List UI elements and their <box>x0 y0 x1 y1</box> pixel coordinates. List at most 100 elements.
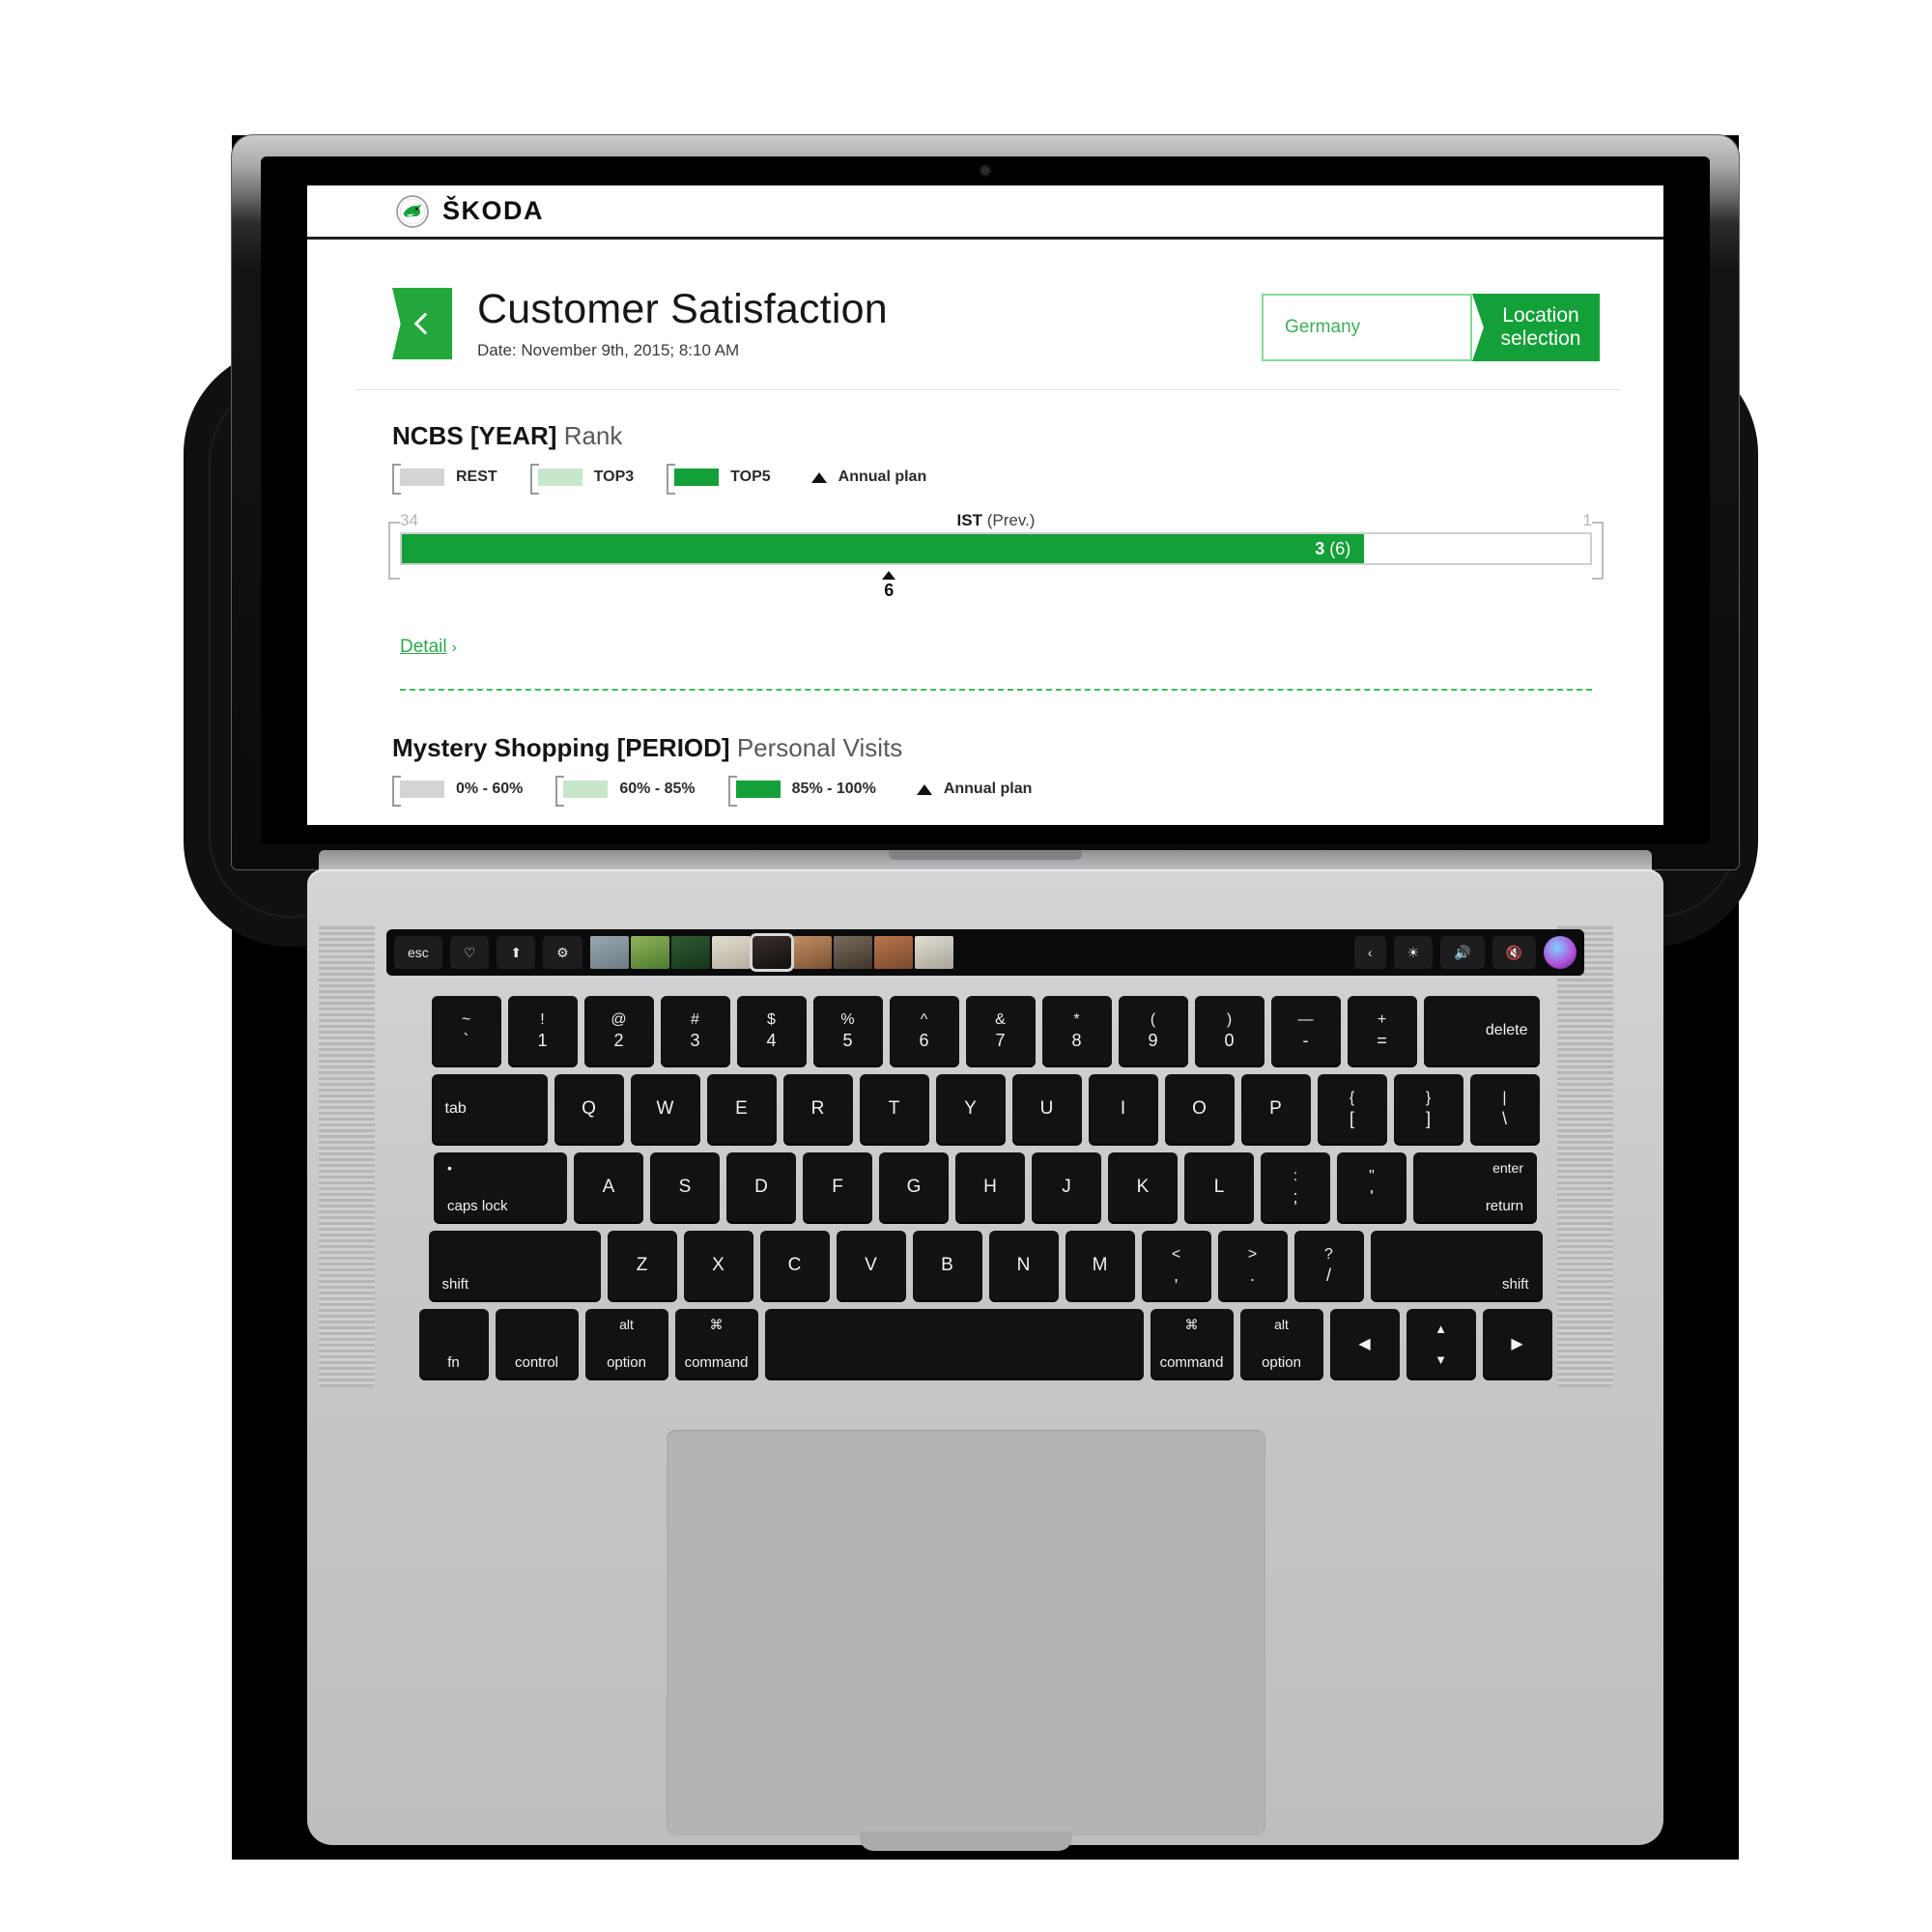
key-top-label: ? <box>1324 1246 1333 1263</box>
key-period[interactable]: >. <box>1217 1231 1288 1300</box>
back-button[interactable] <box>392 288 452 359</box>
key-minus[interactable]: — - <box>1270 996 1341 1065</box>
touch-bar[interactable]: esc ♡ ⬆ ⚙ ‹ ☀ 🔊 🔇 <box>386 929 1584 976</box>
key-quote[interactable]: " ' <box>1337 1152 1406 1222</box>
key-x[interactable]: X <box>683 1231 753 1300</box>
key-l[interactable]: L <box>1184 1152 1254 1222</box>
key-option-right[interactable]: alt option <box>1239 1309 1323 1378</box>
location-input[interactable]: Germany <box>1262 294 1472 361</box>
key-command-right[interactable]: ⌘ command <box>1150 1309 1234 1378</box>
key-9[interactable]: (9 <box>1118 996 1188 1065</box>
touchbar-thumbnail-selected[interactable] <box>749 933 794 972</box>
key-equals[interactable]: + = <box>1347 996 1417 1065</box>
key-i[interactable]: I <box>1088 1074 1158 1144</box>
siri-icon[interactable] <box>1544 936 1577 969</box>
key-d[interactable]: D <box>726 1152 796 1222</box>
key-0[interactable]: ) 0 <box>1194 996 1264 1065</box>
key-k[interactable]: K <box>1108 1152 1178 1222</box>
legend-swatch-low <box>392 776 444 807</box>
key-p[interactable]: P <box>1240 1074 1311 1144</box>
key-y[interactable]: Y <box>935 1074 1006 1144</box>
key-4[interactable]: $4 <box>736 996 807 1065</box>
volume-up-icon[interactable]: 🔊 <box>1440 936 1485 969</box>
detail-link-label[interactable]: Detail <box>400 637 447 657</box>
key-top-label: ~ <box>461 1011 471 1028</box>
key-option-left[interactable]: alt option <box>584 1309 668 1378</box>
key-c[interactable]: C <box>759 1231 830 1300</box>
key-control[interactable]: control <box>495 1309 579 1378</box>
key-m[interactable]: M <box>1065 1231 1135 1300</box>
touchbar-thumbnail[interactable] <box>589 936 629 969</box>
skoda-dashboard-app: ŠKODA Customer Satisfaction Date: Novemb… <box>307 185 1663 825</box>
touchbar-thumbnail[interactable] <box>630 936 669 969</box>
key-bracket-left[interactable]: {[ <box>1317 1074 1387 1144</box>
key-5[interactable]: % 5 <box>812 996 883 1065</box>
key-n[interactable]: N <box>988 1231 1059 1300</box>
key-shift-right[interactable]: shift <box>1370 1231 1543 1300</box>
key-arrow-down[interactable]: ▼ <box>1406 1344 1476 1375</box>
key-3[interactable]: #3 <box>660 996 730 1065</box>
key-v[interactable]: V <box>836 1231 906 1300</box>
key-command-left[interactable]: ⌘ command <box>674 1309 758 1378</box>
key-backslash[interactable]: | \ <box>1469 1074 1540 1144</box>
key-return[interactable]: enter return <box>1413 1152 1537 1222</box>
touchbar-thumbnail[interactable] <box>670 936 710 969</box>
key-delete[interactable]: delete <box>1423 996 1540 1065</box>
key-o[interactable]: O <box>1164 1074 1235 1144</box>
key-z[interactable]: Z <box>607 1231 677 1300</box>
volume-mute-icon[interactable]: 🔇 <box>1492 936 1536 969</box>
heart-icon[interactable]: ♡ <box>449 936 490 969</box>
key-j[interactable]: J <box>1032 1152 1101 1222</box>
key-h[interactable]: H <box>955 1152 1025 1222</box>
key-s[interactable]: S <box>650 1152 720 1222</box>
key-shift-left[interactable]: shift <box>428 1231 601 1300</box>
key-b[interactable]: B <box>912 1231 982 1300</box>
key-r[interactable]: R <box>782 1074 853 1144</box>
key-f[interactable]: F <box>803 1152 872 1222</box>
key-g[interactable]: G <box>879 1152 949 1222</box>
key-tab[interactable]: tab <box>431 1074 548 1144</box>
location-selection-button[interactable]: Location selection <box>1472 294 1600 361</box>
touchbar-thumbnail[interactable] <box>792 936 832 969</box>
trackpad[interactable] <box>667 1430 1265 1835</box>
key-a[interactable]: A <box>574 1152 643 1222</box>
touchbar-thumbnail[interactable] <box>833 936 872 969</box>
touchbar-esc-button[interactable]: esc <box>394 936 442 969</box>
key-8[interactable]: * 8 <box>1041 996 1112 1065</box>
chevron-left-icon[interactable]: ‹ <box>1353 936 1386 969</box>
touchbar-photo-strip[interactable] <box>589 933 953 972</box>
key-comma[interactable]: <, <box>1141 1231 1211 1300</box>
sliders-icon[interactable]: ⚙ <box>543 936 582 969</box>
key-t[interactable]: T <box>859 1074 929 1144</box>
key-w[interactable]: W <box>630 1074 700 1144</box>
key-bracket-right[interactable]: }] <box>1393 1074 1463 1144</box>
key-arrow-up[interactable]: ▲ <box>1406 1313 1476 1344</box>
gauge-value: 3 (6) <box>1315 539 1350 559</box>
key-caps-lock[interactable]: • caps lock <box>434 1152 567 1222</box>
key-space[interactable] <box>764 1309 1144 1378</box>
key-top-label: ( <box>1150 1011 1156 1028</box>
key-u[interactable]: U <box>1011 1074 1082 1144</box>
key-semicolon[interactable]: :; <box>1261 1152 1330 1222</box>
key-backtick[interactable]: ~ ` <box>431 996 501 1065</box>
key-2[interactable]: @2 <box>583 996 654 1065</box>
key-arrow-right[interactable]: ▶ <box>1482 1309 1552 1378</box>
key-7[interactable]: & 7 <box>965 996 1036 1065</box>
key-1[interactable]: ! 1 <box>507 996 578 1065</box>
share-icon[interactable]: ⬆ <box>497 936 536 969</box>
touchbar-thumbnail[interactable] <box>914 936 953 969</box>
touchbar-thumbnail[interactable] <box>711 936 751 969</box>
key-e[interactable]: E <box>706 1074 777 1144</box>
keyboard[interactable]: ~ ` ! 1 @2 #3 $4 % 5 ^ 6 & 7 * 8 (9 ) 0 — - + = d… <box>375 987 1596 1378</box>
key-arrow-left[interactable]: ◀ <box>1329 1309 1400 1378</box>
key-fn[interactable]: fn <box>418 1309 489 1378</box>
key-slash[interactable]: ? / <box>1293 1231 1364 1300</box>
key-arrow-up-down[interactable]: ▲ ▼ <box>1406 1309 1476 1378</box>
location-selection[interactable]: Germany Location selection <box>1262 294 1600 361</box>
key-6[interactable]: ^ 6 <box>889 996 959 1065</box>
touchbar-thumbnail[interactable] <box>873 936 913 969</box>
brightness-icon[interactable]: ☀ <box>1393 936 1434 969</box>
gauge-value-previous: (6) <box>1329 538 1351 558</box>
detail-link-ncbs[interactable]: Detail › <box>392 637 1600 658</box>
key-q[interactable]: Q <box>554 1074 624 1144</box>
